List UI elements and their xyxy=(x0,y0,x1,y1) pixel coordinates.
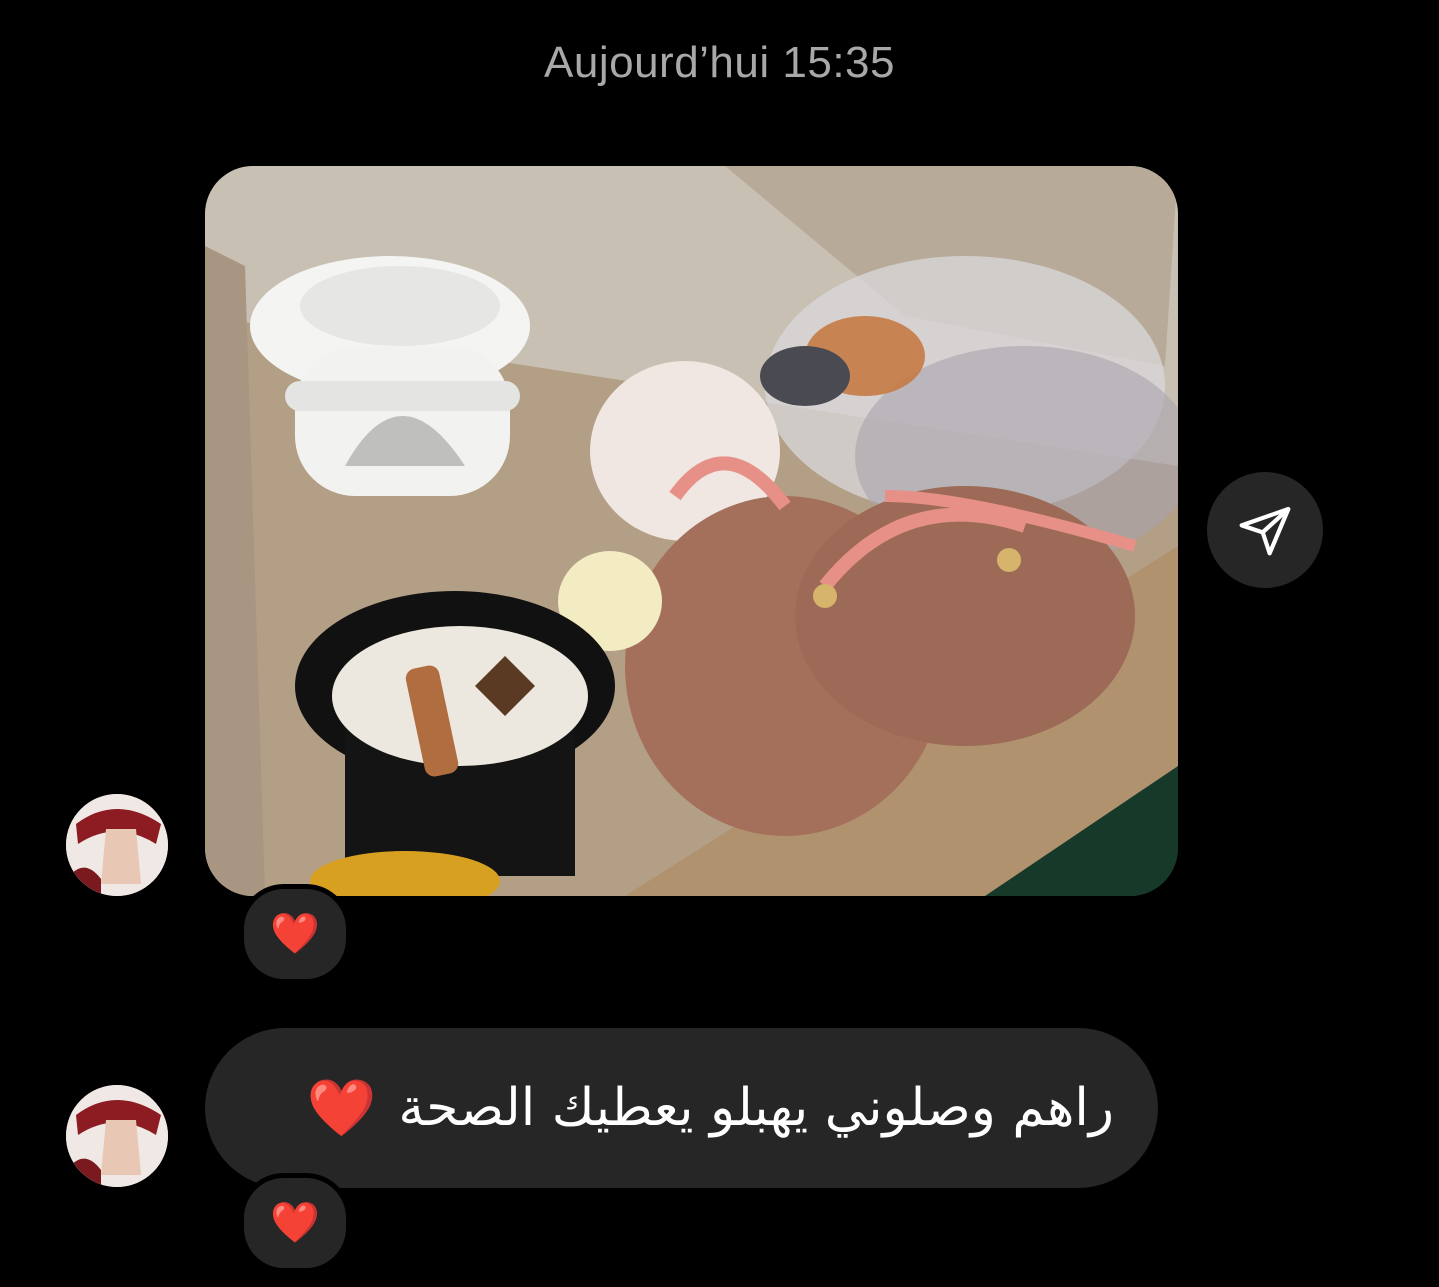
heart-icon: ❤️ xyxy=(270,911,320,957)
heart-reaction[interactable]: ❤️ xyxy=(239,1173,351,1273)
message-text: راهم وصلوني يهبلو يعطيك الصحة xyxy=(398,1078,1114,1138)
user-avatar xyxy=(66,1085,168,1187)
chat-timestamp: Aujourd’hui 15:35 xyxy=(544,38,895,87)
user-avatar xyxy=(66,794,168,896)
photo-message[interactable] xyxy=(205,166,1178,896)
text-message[interactable]: راهم وصلوني يهبلو يعطيك الصحة ❤️ xyxy=(205,1028,1158,1188)
share-button[interactable] xyxy=(1207,472,1323,588)
heart-icon: ❤️ xyxy=(306,1076,377,1141)
avatar[interactable] xyxy=(66,794,168,896)
avatar[interactable] xyxy=(66,1085,168,1187)
heart-icon: ❤️ xyxy=(270,1200,320,1246)
gift-box-photo xyxy=(205,166,1178,896)
heart-reaction[interactable]: ❤️ xyxy=(239,884,351,984)
paper-plane-icon xyxy=(1239,506,1291,556)
